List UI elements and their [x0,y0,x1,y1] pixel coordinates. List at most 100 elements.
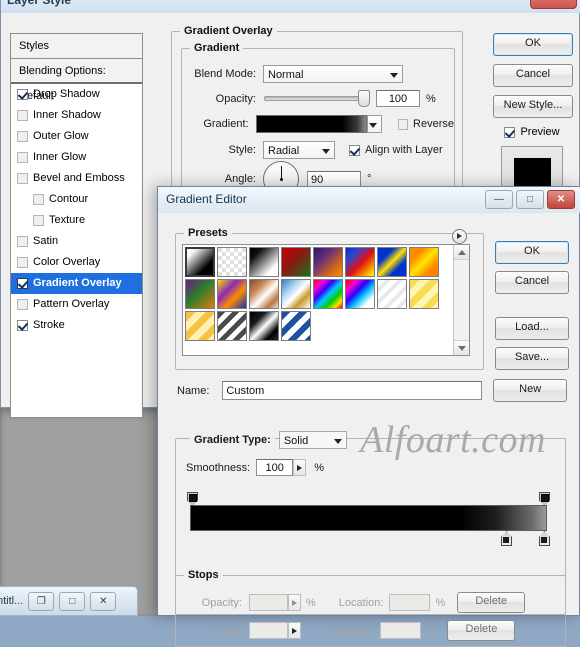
stop-opacity-stepper[interactable] [288,594,301,611]
checkbox-inner-shadow[interactable] [17,110,28,121]
preset-swatch-blue-yellow-blue[interactable] [377,247,407,277]
mini-close-button[interactable]: ✕ [90,591,117,611]
presets-scrollbar[interactable] [453,245,469,355]
preset-swatch-transparent-stripes[interactable] [377,279,407,309]
close-icon: ✕ [556,194,566,205]
gradient-group-title: Gradient [190,42,244,54]
style-item-bevel-and-emboss[interactable]: Bevel and Emboss [11,168,142,189]
scroll-down-button[interactable] [454,340,469,355]
presets-title: Presets [184,227,232,239]
save-button[interactable]: Save... [495,347,569,370]
style-item-color-overlay[interactable]: Color Overlay [11,252,142,273]
checkbox-drop-shadow[interactable] [17,89,28,100]
style-item-gradient-overlay[interactable]: Gradient Overlay [11,273,142,294]
opacity-input[interactable]: 100 [376,90,420,107]
style-item-outer-glow[interactable]: Outer Glow [11,126,142,147]
checkbox-stroke[interactable] [17,320,28,331]
preset-swatch-blue-red-yellow[interactable] [345,247,375,277]
gradient-style-select[interactable]: Radial [263,141,335,159]
preset-swatch-yellow-pale[interactable] [409,279,439,309]
color-stop-marker[interactable] [539,531,550,546]
checkbox-inner-glow[interactable] [17,152,28,163]
close-button[interactable]: ✕ [547,190,575,209]
load-button[interactable]: Load... [495,317,569,340]
preset-swatch-foreground-to-transparent[interactable] [217,247,247,277]
delete-opacity-stop-button[interactable]: Delete [457,592,526,613]
new-style-button[interactable]: New Style... [493,95,573,118]
checkbox-satin[interactable] [17,236,28,247]
preset-swatch-chrome[interactable] [281,279,311,309]
style-item-stroke[interactable]: Stroke [11,315,142,336]
new-gradient-button[interactable]: New [493,379,567,402]
checkbox-bevel-and-emboss[interactable] [17,173,28,184]
stop-color-location-input[interactable] [379,622,421,639]
checkbox-contour[interactable] [33,194,44,205]
style-item-inner-glow[interactable]: Inner Glow [11,147,142,168]
opacity-stop-marker[interactable] [539,492,550,506]
opacity-label: Opacity: [215,92,256,105]
layer-style-ok-button[interactable]: OK [493,33,573,56]
gradient-editor-ok-button[interactable]: OK [495,241,569,264]
opacity-stop-marker[interactable] [187,492,198,506]
mini-restore-button[interactable]: □ [59,591,86,611]
opacity-slider-thumb[interactable] [358,90,370,107]
layer-style-close-button[interactable] [530,0,577,9]
gradient-strip-editor[interactable] [187,492,550,546]
gradient-preview[interactable] [255,115,368,133]
smoothness-stepper[interactable] [293,459,307,476]
stop-opacity-location-input[interactable] [389,594,431,611]
restore-button[interactable]: □ [516,190,544,209]
checkbox-align-with-layer[interactable] [349,144,360,156]
preset-swatch-spectrum[interactable] [313,279,343,309]
checkbox-texture[interactable] [33,215,44,226]
preset-swatch-red-green[interactable] [281,247,311,277]
preset-swatch-violet-orange[interactable] [313,247,343,277]
layer-style-cancel-button[interactable]: Cancel [493,64,573,87]
scroll-up-button[interactable] [454,245,469,260]
gradient-picker-dropdown[interactable] [367,115,382,133]
preset-swatch-transparent-rainbow[interactable] [345,279,375,309]
delete-color-stop-button[interactable]: Delete [447,620,516,641]
preset-swatch-black-steel[interactable] [249,311,279,341]
checkbox-outer-glow[interactable] [17,131,28,142]
style-item-label: Satin [33,235,59,247]
preset-swatch-gold[interactable] [185,311,215,341]
presets-list[interactable] [182,244,470,356]
style-item-satin[interactable]: Satin [11,231,142,252]
gradient-strip[interactable] [190,505,547,531]
gradient-name-input[interactable]: Custom [222,381,483,400]
minimized-window-bar[interactable]: ntitl... ❐ □ ✕ [0,586,138,616]
blend-mode-select[interactable]: Normal [263,65,403,83]
preset-swatch-silver[interactable] [217,311,247,341]
color-stop-marker[interactable] [501,531,512,546]
preset-swatch-violet-green-orange[interactable] [185,279,215,309]
checkbox-preview[interactable] [504,126,516,138]
gradient-style-value: Radial [268,145,300,157]
stop-opacity-input[interactable] [249,594,288,611]
preset-swatch-foreground-to-background[interactable] [185,247,215,277]
checkbox-reverse[interactable] [397,118,409,130]
checkbox-gradient-overlay[interactable] [17,278,28,289]
stop-color-swatch[interactable] [249,622,288,639]
stop-color-stepper[interactable] [288,622,301,639]
presets-menu-icon[interactable] [452,229,467,244]
angle-input[interactable]: 90 [307,170,361,188]
gradient-editor-cancel-button[interactable]: Cancel [495,271,569,294]
opacity-slider[interactable] [264,96,364,101]
layer-style-titlebar[interactable]: Layer Style [1,0,580,13]
checkbox-pattern-overlay[interactable] [17,299,28,310]
preset-swatch-orange-yellow-orange[interactable] [409,247,439,277]
minimize-button[interactable]: — [485,190,513,209]
mini-minimize-button[interactable]: ❐ [28,591,55,611]
style-item-contour[interactable]: Contour [11,189,142,210]
style-item-pattern-overlay[interactable]: Pattern Overlay [11,294,142,315]
smoothness-input[interactable]: 100 [256,459,294,476]
style-item-texture[interactable]: Texture [11,210,142,231]
preset-swatch-copper[interactable] [249,279,279,309]
gradient-type-select[interactable]: Solid [278,431,347,449]
blending-options-row[interactable]: Blending Options: Default [11,59,142,102]
preset-swatch-black-white[interactable] [249,247,279,277]
preset-swatch-yellow-violet-orange-blue[interactable] [217,279,247,309]
preset-swatch-blue-stripes[interactable] [281,311,311,341]
checkbox-color-overlay[interactable] [17,257,28,268]
